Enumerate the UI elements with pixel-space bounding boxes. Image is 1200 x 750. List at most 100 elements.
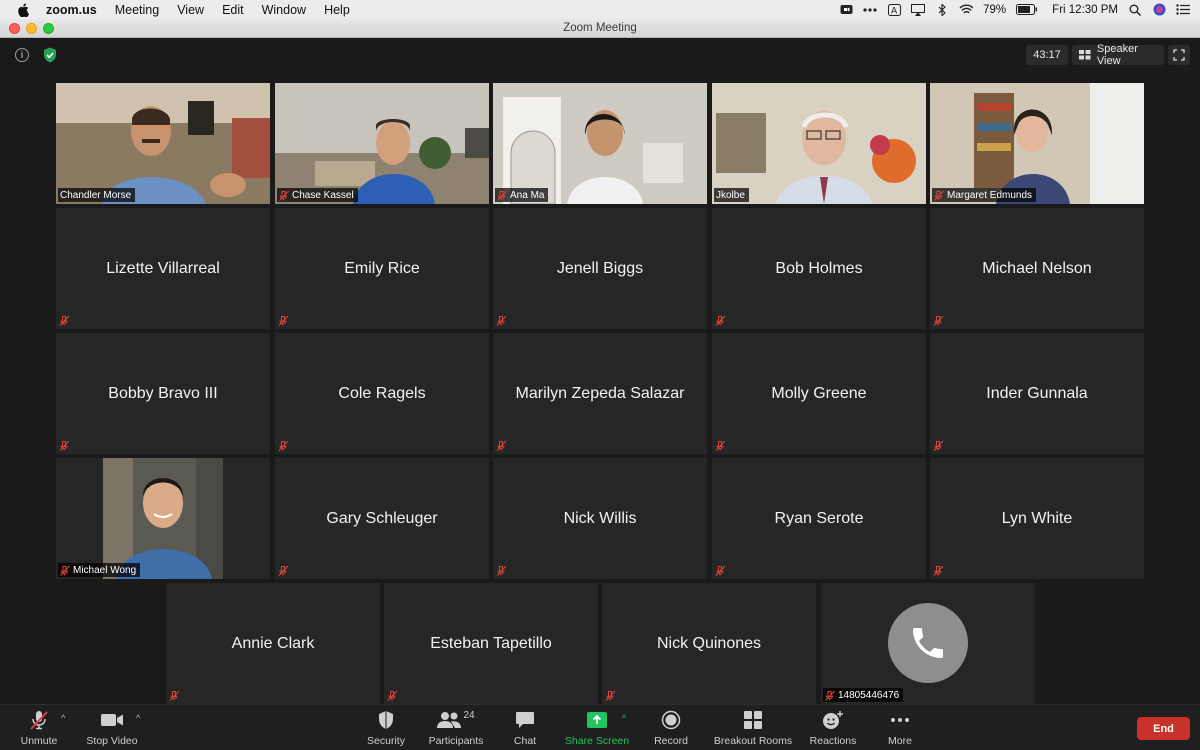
participant-name-label: Ana Ma (495, 188, 549, 202)
mic-muted-icon (934, 190, 944, 201)
bluetooth-icon[interactable] (935, 3, 949, 16)
menu-view[interactable]: View (177, 3, 204, 17)
audio-options-chevron-up-icon[interactable]: ^ (61, 713, 65, 723)
participant-tile[interactable]: Bobby Bravo III (56, 333, 270, 454)
participant-name: Bob Holmes (775, 259, 863, 277)
video-tile-chase-kassel[interactable]: Chase Kassel (275, 83, 489, 204)
stop-video-button[interactable]: Stop Video (86, 709, 138, 747)
participant-count: 24 (463, 710, 475, 721)
more-dots-icon (890, 709, 910, 731)
dots-icon[interactable] (863, 4, 877, 16)
window-title-bar: Zoom Meeting (0, 19, 1200, 38)
participant-name: Nick Quinones (656, 634, 762, 652)
mic-muted-icon (496, 315, 507, 326)
security-button[interactable]: Security (366, 709, 406, 747)
mic-muted-icon (933, 440, 944, 451)
participant-name: Inder Gunnala (986, 384, 1088, 402)
menu-window[interactable]: Window (262, 3, 306, 17)
phone-participant-tile[interactable]: 14805446476 (821, 583, 1035, 704)
video-options-chevron-up-icon[interactable]: ^ (136, 713, 140, 723)
participant-tile[interactable]: Bob Holmes (712, 208, 926, 329)
share-options-chevron-up-icon[interactable]: ^ (622, 713, 626, 723)
meeting-info-icon[interactable]: i (15, 48, 29, 62)
menu-edit[interactable]: Edit (222, 3, 244, 17)
video-tile-margaret-edmunds[interactable]: Margaret Edmunds (930, 83, 1144, 204)
participant-name: Esteban Tapetillo (430, 634, 552, 652)
battery-icon[interactable] (1016, 4, 1038, 16)
video-feed (56, 83, 270, 204)
mic-muted-icon (715, 565, 726, 576)
participant-name: Gary Schleuger (326, 509, 438, 527)
mic-muted-icon (169, 690, 180, 701)
participant-tile[interactable]: Ryan Serote (712, 458, 926, 579)
video-tile-chandler-morse[interactable]: Chandler Morse (56, 83, 270, 204)
notification-center-icon[interactable] (1176, 4, 1190, 16)
participant-tile[interactable]: Emily Rice (275, 208, 489, 329)
participant-name: Molly Greene (771, 384, 867, 402)
window-minimize-button[interactable] (26, 23, 37, 34)
participant-tile[interactable]: Annie Clark (166, 583, 380, 704)
participant-name: Emily Rice (344, 259, 420, 277)
mic-muted-icon (60, 565, 70, 576)
meeting-gallery: i 43:17 Speaker View Chandler Morse Chas… (0, 38, 1200, 704)
reactions-button[interactable]: Reactions (808, 709, 858, 747)
video-feed (493, 83, 707, 204)
chat-bubble-icon (515, 709, 535, 731)
video-tile-ana-ma[interactable]: Ana Ma (493, 83, 707, 204)
airplay-icon[interactable] (911, 3, 926, 16)
mic-muted-icon (279, 190, 289, 201)
participant-name: Annie Clark (231, 634, 315, 652)
svg-text:A: A (891, 6, 898, 16)
wifi-icon[interactable] (959, 4, 974, 16)
menu-help[interactable]: Help (324, 3, 350, 17)
zoom-status-icon[interactable] (839, 4, 853, 16)
participant-tile[interactable]: Gary Schleuger (275, 458, 489, 579)
participant-name: Bobby Bravo III (108, 384, 218, 402)
share-screen-button[interactable]: Share Screen (564, 709, 630, 747)
participant-tile[interactable]: Inder Gunnala (930, 333, 1144, 454)
mic-muted-icon (933, 565, 944, 576)
menu-app-name[interactable]: zoom.us (46, 3, 97, 17)
participant-tile[interactable]: Lizette Villarreal (56, 208, 270, 329)
participant-name-label: Chandler Morse (58, 188, 136, 202)
phone-icon (888, 603, 968, 683)
fullscreen-button[interactable] (1168, 45, 1190, 65)
mic-muted-icon (496, 565, 507, 576)
participant-tile[interactable]: Esteban Tapetillo (384, 583, 598, 704)
participant-name: Michael Nelson (982, 259, 1092, 277)
siri-icon[interactable] (1152, 3, 1166, 16)
chat-button[interactable]: Chat (511, 709, 539, 747)
apple-icon[interactable] (14, 0, 32, 19)
breakout-rooms-button[interactable]: Breakout Rooms (712, 709, 794, 747)
record-button[interactable]: Record (652, 709, 690, 747)
more-button[interactable]: More (884, 709, 916, 747)
participant-tile[interactable]: Nick Quinones (602, 583, 816, 704)
mic-muted-icon (933, 315, 944, 326)
text-input-icon[interactable]: A (887, 3, 901, 16)
encryption-shield-icon[interactable] (43, 47, 57, 63)
participant-tile[interactable]: Lyn White (930, 458, 1144, 579)
participant-tile[interactable]: Molly Greene (712, 333, 926, 454)
participant-tile[interactable]: Nick Willis (493, 458, 707, 579)
mic-muted-icon (715, 315, 726, 326)
participant-tile[interactable]: Marilyn Zepeda Salazar (493, 333, 707, 454)
menu-clock[interactable]: Fri 12:30 PM (1052, 4, 1118, 16)
participant-tile[interactable]: Cole Ragels (275, 333, 489, 454)
menu-meeting[interactable]: Meeting (115, 3, 159, 17)
spotlight-search-icon[interactable] (1128, 4, 1142, 16)
participant-tile[interactable]: Michael Nelson (930, 208, 1144, 329)
breakout-rooms-grid-icon (743, 709, 763, 731)
window-close-button[interactable] (9, 23, 20, 34)
meeting-timer: 43:17 (1026, 45, 1068, 65)
video-tile-jkolbe[interactable]: Jkolbe (712, 83, 926, 204)
participant-tile[interactable]: Jenell Biggs (493, 208, 707, 329)
mic-muted-icon (59, 440, 70, 451)
participant-name-label: Jkolbe (714, 188, 749, 202)
unmute-button[interactable]: Unmute (17, 709, 61, 747)
video-tile-michael-wong[interactable]: Michael Wong (56, 458, 270, 579)
end-meeting-button[interactable]: End (1137, 717, 1190, 740)
participants-button[interactable]: 24 Participants (426, 709, 486, 747)
speaker-view-button[interactable]: Speaker View (1072, 43, 1164, 67)
window-zoom-button[interactable] (43, 23, 54, 34)
battery-percent: 79% (983, 3, 1007, 16)
